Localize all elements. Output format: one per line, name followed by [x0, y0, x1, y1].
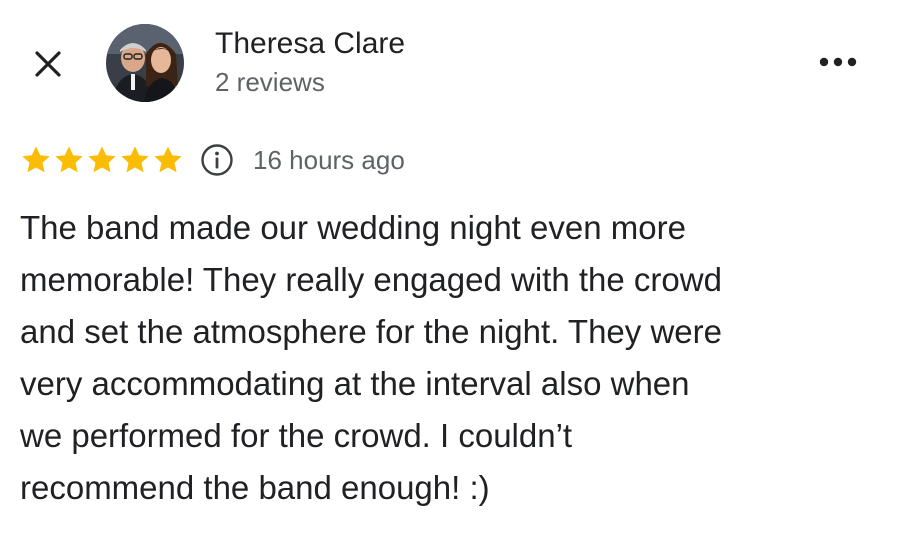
- more-horizontal-icon: [819, 57, 857, 67]
- review-line: memorable! They really engaged with the …: [20, 261, 722, 298]
- review-line: very accommodating at the interval also …: [20, 365, 690, 402]
- more-options-button[interactable]: [812, 44, 864, 80]
- star-rating: [20, 144, 185, 176]
- avatar[interactable]: [106, 24, 184, 102]
- star-icon: [88, 146, 116, 173]
- review-line: The band made our wedding night even mor…: [20, 209, 686, 246]
- close-icon: [35, 51, 61, 77]
- star-icon: [154, 146, 182, 173]
- info-button[interactable]: [199, 142, 235, 178]
- star-icon: [22, 146, 50, 173]
- star-icon: [55, 146, 83, 173]
- review-line: recommend the band enough! :): [20, 469, 490, 506]
- review-body: The band made our wedding night even mor…: [20, 202, 880, 514]
- profile-photo: [106, 24, 184, 102]
- reviewer-name[interactable]: Theresa Clare: [215, 24, 405, 64]
- review-line: we performed for the crowd. I couldn’t: [20, 417, 573, 454]
- star-icon: [121, 146, 149, 173]
- review-line: and set the atmosphere for the night. Th…: [20, 313, 722, 350]
- review-timestamp: 16 hours ago: [253, 144, 405, 175]
- rating-row: 16 hours ago: [20, 140, 405, 180]
- review-count[interactable]: 2 reviews: [215, 64, 325, 100]
- info-icon: [201, 144, 233, 176]
- close-button[interactable]: [28, 44, 68, 84]
